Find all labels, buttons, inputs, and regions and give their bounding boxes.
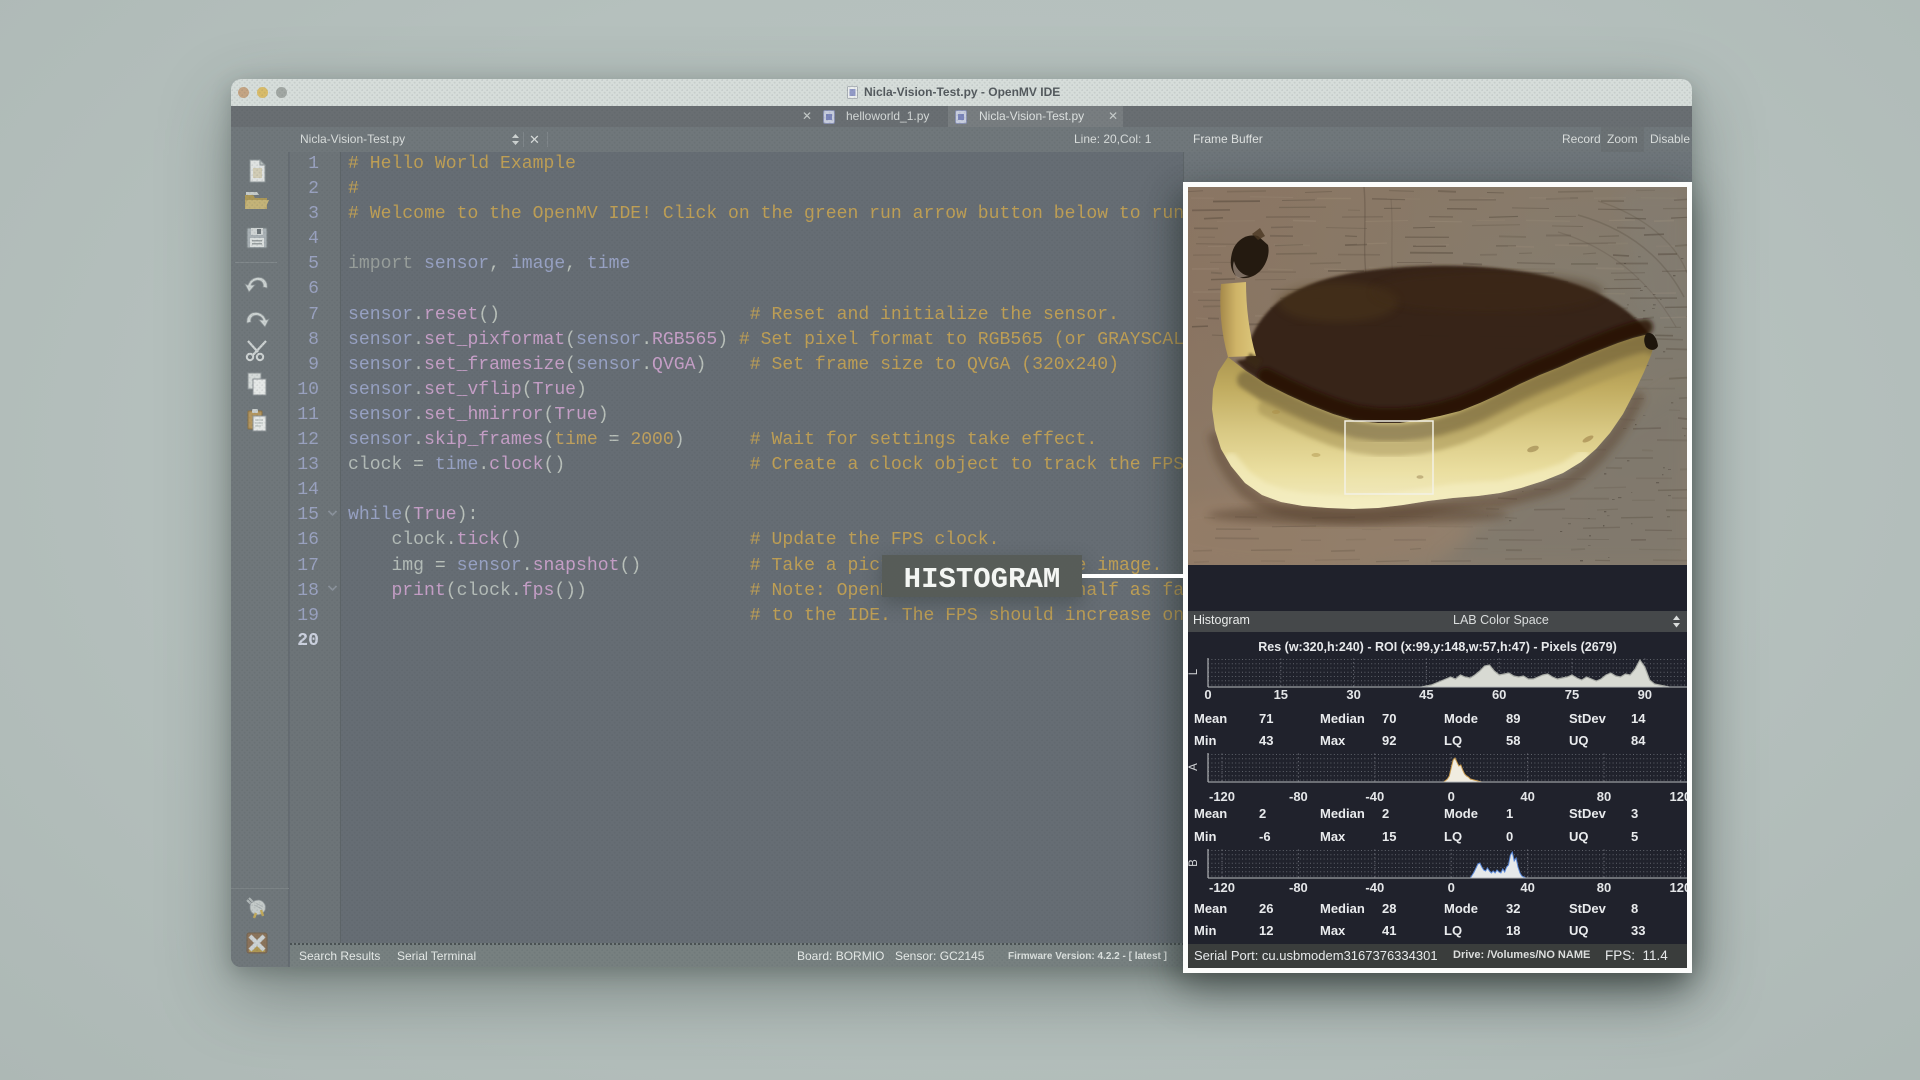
svg-text:B: B (1188, 859, 1200, 867)
svg-text:A: A (1188, 763, 1200, 771)
svg-text:L: L (1188, 668, 1200, 675)
